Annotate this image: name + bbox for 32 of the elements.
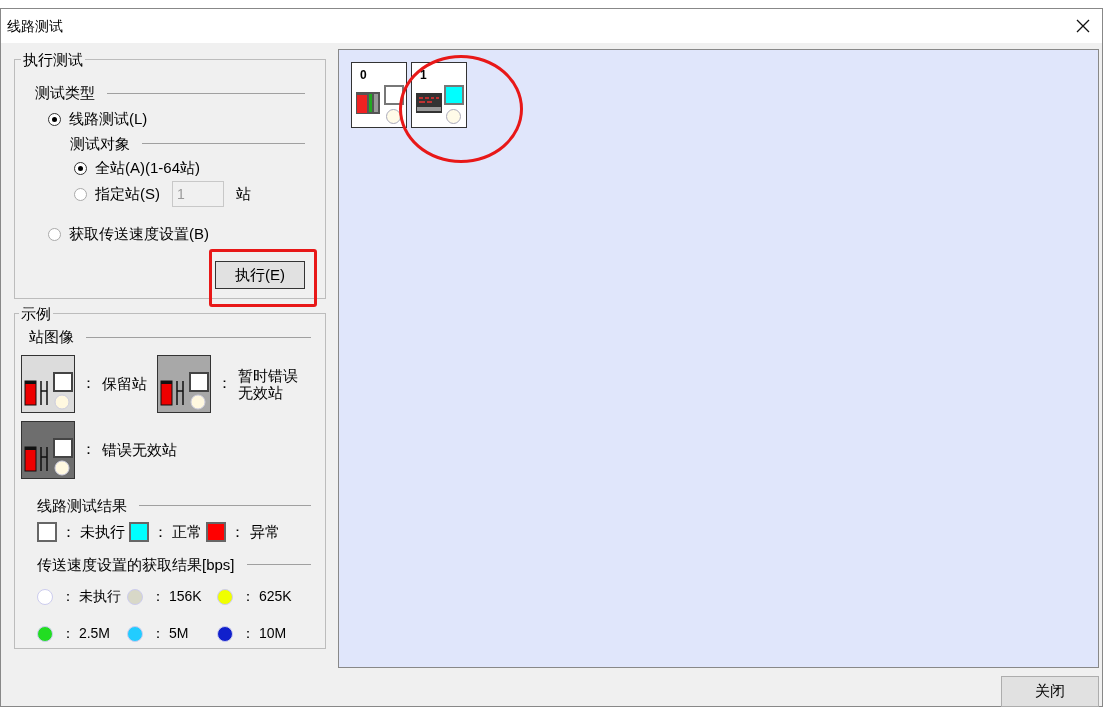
legend-label: 暂时错误 无效站 xyxy=(238,366,298,401)
legend-label: 保留站 xyxy=(102,375,147,392)
legend-label: ： 异常 xyxy=(230,522,280,542)
section-heading: 线路测试结果 xyxy=(37,495,127,516)
legend-label: ： 正常 xyxy=(153,522,203,542)
legend-separator: ： xyxy=(81,439,96,460)
radio-option[interactable]: 指定站(S) xyxy=(74,181,160,207)
radio-option[interactable]: 线路测试(L) xyxy=(48,106,305,133)
station-number: 1 xyxy=(420,67,427,84)
section-heading: 站图像 xyxy=(29,327,74,347)
unit-label: 站 xyxy=(236,183,251,204)
radio-option[interactable]: 全站(A)(1-64站) xyxy=(74,155,305,181)
legend-label: ： 5M xyxy=(151,624,189,643)
close-button[interactable]: 关闭 xyxy=(1001,676,1099,707)
legend-separator: ： xyxy=(81,373,96,394)
station-number: 0 xyxy=(360,67,367,84)
legend-separator: ： xyxy=(217,373,232,394)
radio-option[interactable]: 获取传送速度设置(B) xyxy=(48,221,305,247)
section-heading: 测试对象 xyxy=(70,133,130,154)
section-heading: 传送速度设置的获取结果[bps] xyxy=(37,554,235,575)
section-heading: 测试类型 xyxy=(35,83,95,103)
legend-label: ： 未执行 xyxy=(61,587,121,606)
legend-label: ： 156K xyxy=(151,587,202,606)
legend-label: ： 625K xyxy=(241,587,292,606)
station-card[interactable]: 0 xyxy=(351,62,407,128)
legend-label: ： 10M xyxy=(241,624,287,643)
execute-button[interactable]: 执行(E) xyxy=(215,261,305,289)
window-title: 线路测试 xyxy=(7,16,63,36)
legend-label: 错误无效站 xyxy=(102,441,177,458)
station-card[interactable]: 1 xyxy=(411,62,467,128)
legend-label: ： 2.5M xyxy=(61,624,110,643)
legend-label: ： 未执行 xyxy=(61,522,126,542)
